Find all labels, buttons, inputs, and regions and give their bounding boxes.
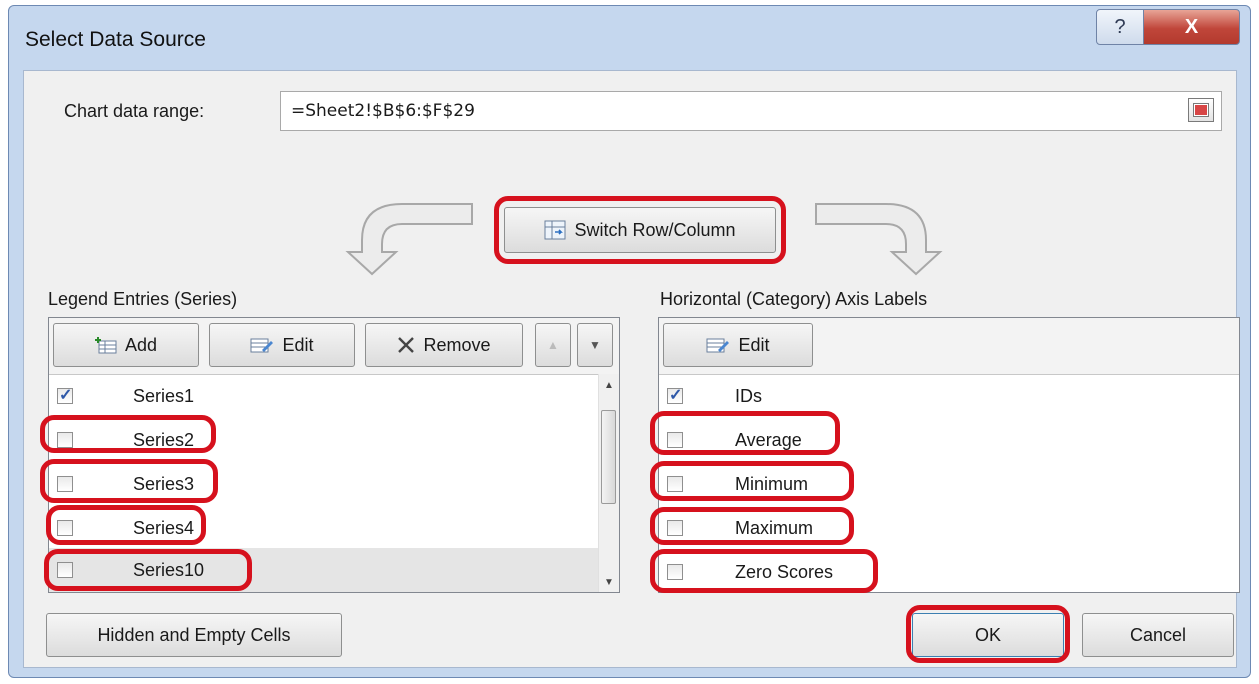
axis-label: Zero Scores: [735, 561, 834, 582]
switch-row-column-button[interactable]: Switch Row/Column: [504, 207, 776, 253]
axis-label: Minimum: [735, 473, 809, 494]
axis-checkbox[interactable]: [667, 520, 683, 536]
add-series-button[interactable]: Add: [53, 323, 199, 367]
collapse-dialog-icon[interactable]: [1188, 98, 1214, 122]
chart-data-range-label: Chart data range:: [64, 101, 205, 121]
axis-labels-heading: Horizontal (Category) Axis Labels: [660, 289, 928, 309]
left-curved-arrow-icon: [345, 203, 473, 276]
edit-label: Edit: [282, 334, 314, 355]
scrollbar-thumb[interactable]: [601, 410, 616, 504]
series-checkbox[interactable]: [57, 432, 73, 448]
close-icon: X: [1184, 15, 1199, 38]
series-checkbox[interactable]: [57, 476, 73, 492]
remove-label: Remove: [423, 334, 491, 355]
right-curved-arrow-icon: [815, 203, 943, 276]
legend-scrollbar[interactable]: ▲ ▼: [598, 374, 619, 592]
close-button[interactable]: X: [1143, 9, 1240, 45]
list-item[interactable]: IDs: [659, 374, 1239, 418]
dialog-client-area: Chart data range: =Sheet2!$B$6:$F$29 Swi…: [23, 70, 1240, 668]
remove-series-button[interactable]: Remove: [365, 323, 523, 367]
switch-row-column-icon: [544, 220, 566, 240]
list-item[interactable]: Minimum: [659, 462, 1239, 506]
list-item[interactable]: Series10: [49, 548, 599, 592]
list-item[interactable]: Series4: [49, 506, 599, 550]
move-up-button[interactable]: ▲: [535, 323, 571, 367]
list-item[interactable]: Series2: [49, 418, 599, 462]
edit-icon: [706, 338, 730, 353]
axis-checkbox[interactable]: [667, 385, 683, 405]
hidden-empty-cells-label: Hidden and Empty Cells: [97, 624, 291, 645]
chart-data-range-value: =Sheet2!$B$6:$F$29: [291, 101, 475, 121]
list-item[interactable]: Series1: [49, 374, 599, 418]
edit-icon: [250, 338, 274, 353]
list-item[interactable]: Maximum: [659, 506, 1239, 550]
axis-labels-panel: Edit IDs Average Minimum Maximum Zer: [658, 317, 1240, 593]
axis-label: Maximum: [735, 517, 814, 538]
legend-entries-panel: Add Edit Remove ▲ ▼ ✓ Series1 Series2 Se…: [48, 317, 620, 593]
add-icon: [94, 337, 117, 354]
axis-toolbar: Edit: [659, 318, 1239, 375]
dialog-window: Select Data Source ? X Chart data range:…: [8, 5, 1251, 678]
list-item[interactable]: Zero Scores: [659, 550, 1239, 594]
series-label: Series2: [133, 429, 195, 450]
cancel-button[interactable]: Cancel: [1082, 613, 1234, 657]
series-label: Series1: [133, 385, 195, 406]
axis-checkbox[interactable]: [667, 432, 683, 448]
title-bar[interactable]: Select Data Source ? X: [9, 6, 1250, 70]
cancel-label: Cancel: [1129, 624, 1187, 645]
remove-icon: [398, 337, 415, 353]
hidden-empty-cells-button[interactable]: Hidden and Empty Cells: [46, 613, 342, 657]
add-label: Add: [124, 334, 158, 355]
axis-label: Average: [735, 429, 802, 450]
chart-data-range-input[interactable]: =Sheet2!$B$6:$F$29: [280, 91, 1222, 131]
series-checkbox[interactable]: [57, 385, 73, 405]
dialog-title: Select Data Source: [25, 28, 206, 51]
scroll-up-icon[interactable]: ▲: [604, 380, 614, 391]
switch-row-column-label: Switch Row/Column: [574, 219, 736, 240]
ok-button[interactable]: OK: [912, 613, 1064, 657]
series-checkbox[interactable]: [57, 562, 73, 578]
scroll-down-icon[interactable]: ▼: [604, 577, 614, 588]
move-down-icon: ▼: [589, 338, 601, 352]
axis-edit-label: Edit: [738, 334, 770, 355]
axis-label: IDs: [735, 385, 762, 406]
edit-axis-labels-button[interactable]: Edit: [663, 323, 813, 367]
list-item[interactable]: Average: [659, 418, 1239, 462]
help-icon: ?: [1114, 15, 1126, 38]
axis-checkbox[interactable]: [667, 476, 683, 492]
ok-label: OK: [974, 624, 1001, 645]
axis-checkbox[interactable]: [667, 564, 683, 580]
series-label: Series3: [133, 473, 195, 494]
series-checkbox[interactable]: [57, 520, 73, 536]
help-button[interactable]: ?: [1096, 9, 1144, 45]
move-down-button[interactable]: ▼: [577, 323, 613, 367]
list-item[interactable]: Series3: [49, 462, 599, 506]
series-label: Series4: [133, 517, 195, 538]
legend-toolbar: Add Edit Remove ▲ ▼: [49, 318, 619, 375]
series-label: Series10: [133, 559, 205, 580]
edit-series-button[interactable]: Edit: [209, 323, 355, 367]
legend-entries-heading: Legend Entries (Series): [48, 289, 238, 309]
move-up-icon: ▲: [547, 338, 559, 352]
